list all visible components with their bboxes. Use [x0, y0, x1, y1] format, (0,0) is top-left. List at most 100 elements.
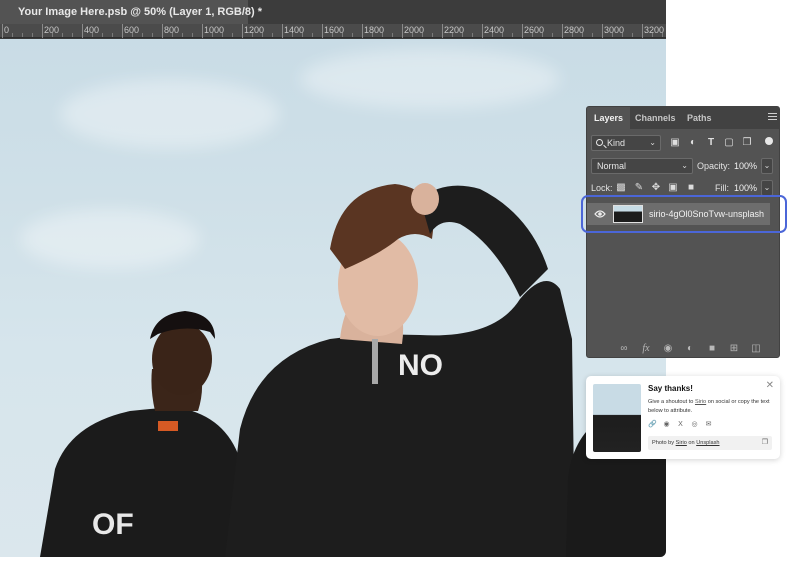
credit-author-link[interactable]: Sirio: [676, 440, 687, 446]
necklace: [372, 339, 378, 384]
ruler-minor-tick: [312, 33, 313, 37]
kind-label: Kind: [607, 138, 626, 148]
chevron-down-icon: ⌄: [649, 138, 656, 147]
ruler-minor-tick: [392, 33, 393, 37]
tab-paths[interactable]: Paths: [687, 107, 712, 129]
pinterest-icon[interactable]: ◎: [690, 420, 699, 429]
credit-site-link[interactable]: Unsplash: [696, 440, 719, 446]
close-icon[interactable]: ✕: [766, 380, 774, 391]
image-canvas[interactable]: OF NO: [0, 39, 666, 557]
ruler-minor-tick: [172, 33, 173, 37]
lock-artboard-icon[interactable]: ▣: [667, 181, 679, 194]
image-filter-icon[interactable]: ▣: [669, 137, 681, 149]
x-icon[interactable]: X: [676, 420, 685, 429]
link-icon[interactable]: 🔗: [648, 420, 657, 429]
fx-icon[interactable]: fx: [639, 342, 653, 356]
ruler-minor-tick: [612, 33, 613, 37]
say-thanks-card: Say thanks! ✕ Give a shoutout to Sirio o…: [586, 376, 780, 459]
shape-filter-icon[interactable]: ▢: [723, 137, 735, 149]
center-hoodie-print: NO: [398, 349, 443, 382]
email-icon[interactable]: ✉: [704, 420, 713, 429]
ruler-minor-tick: [472, 33, 473, 37]
raised-arm: [420, 185, 548, 297]
lock-transparent-pixels-icon[interactable]: ▩: [615, 181, 627, 194]
ruler-minor-tick: [542, 33, 543, 37]
ruler-minor-tick: [462, 33, 463, 37]
opacity-label: Opacity:: [697, 161, 731, 171]
ruler-minor-tick: [62, 33, 63, 37]
blend-mode-select[interactable]: Normal ⌄: [591, 158, 693, 174]
ruler-minor-tick: [232, 33, 233, 37]
ruler-minor-tick: [592, 33, 593, 37]
trash-icon[interactable]: ◫: [749, 342, 763, 356]
facebook-icon[interactable]: ◉: [662, 420, 671, 429]
ruler-tick: [282, 24, 283, 38]
smart-object-filter-icon[interactable]: ❐: [741, 137, 753, 149]
ruler-minor-tick: [382, 33, 383, 37]
mask-icon[interactable]: ◉: [661, 342, 675, 356]
panel-tabs: Layers Channels Paths: [587, 107, 779, 129]
ruler-tick: [642, 24, 643, 38]
ruler-minor-tick: [22, 33, 23, 37]
ruler-minor-tick: [342, 33, 343, 37]
ruler-minor-tick: [652, 33, 653, 37]
photo-people: OF NO: [40, 183, 666, 557]
ruler-minor-tick: [662, 33, 663, 37]
ruler-minor-tick: [332, 33, 333, 37]
lock-image-pixels-icon[interactable]: ✎: [633, 181, 645, 194]
thanks-title: Say thanks!: [648, 384, 693, 393]
ruler-minor-tick: [582, 33, 583, 37]
adjustment-icon[interactable]: ◐: [683, 342, 697, 356]
panel-menu-icon[interactable]: [768, 113, 777, 122]
ruler-tick: [602, 24, 603, 38]
new-layer-icon[interactable]: ⊞: [727, 342, 741, 356]
panel-bottom-toolbar: ∞ fx ◉ ◐ ■ ⊞ ◫: [587, 341, 779, 357]
ruler-minor-tick: [152, 33, 153, 37]
document-tab[interactable]: Your Image Here.psb @ 50% (Layer 1, RGB/…: [0, 0, 262, 24]
lock-label: Lock:: [591, 183, 613, 193]
opacity-dropdown-icon[interactable]: ⌄: [761, 158, 773, 174]
lock-position-icon[interactable]: ✥: [650, 181, 662, 194]
opacity-value[interactable]: 100%: [732, 158, 760, 174]
lock-all-icon[interactable]: ■: [685, 181, 697, 194]
chevron-down-icon: ⌄: [681, 161, 688, 170]
hand: [411, 183, 439, 215]
left-orange-collar: [158, 421, 178, 431]
copy-icon[interactable]: ❐: [762, 436, 768, 450]
ruler-minor-tick: [252, 33, 253, 37]
left-hoodie-print: OF: [92, 508, 134, 541]
type-filter-icon[interactable]: T: [705, 137, 717, 149]
fill-dropdown-icon[interactable]: ⌄: [761, 180, 773, 196]
tab-channels[interactable]: Channels: [635, 107, 676, 129]
group-folder-icon[interactable]: ■: [705, 342, 719, 356]
link-layers-icon[interactable]: ∞: [617, 342, 631, 356]
ruler-tick: [82, 24, 83, 38]
fill-value[interactable]: 100%: [732, 180, 760, 196]
tab-layers[interactable]: Layers: [587, 107, 631, 129]
ruler-minor-tick: [32, 33, 33, 37]
thanks-body-pre: Give a shoutout to: [648, 399, 695, 405]
ruler-minor-tick: [72, 33, 73, 37]
ruler-tick: [242, 24, 243, 38]
filter-toggle-icon[interactable]: [765, 137, 773, 145]
ruler-minor-tick: [12, 33, 13, 37]
ruler-tick: [202, 24, 203, 38]
filter-row: Kind ⌄ ▣ ◐ T ▢ ❐: [587, 135, 779, 153]
horizontal-ruler[interactable]: 0 200 400 600 800 1000 1200 1400 1600 1800 2000 220…: [0, 24, 666, 38]
ruler-minor-tick: [262, 33, 263, 37]
ruler-minor-tick: [292, 33, 293, 37]
ruler-minor-tick: [352, 33, 353, 37]
author-link[interactable]: Sirio: [695, 399, 706, 405]
ruler-minor-tick: [512, 33, 513, 37]
ruler-minor-tick: [272, 33, 273, 37]
ruler-tick: [362, 24, 363, 38]
ruler-minor-tick: [102, 33, 103, 37]
kind-filter-select[interactable]: Kind ⌄: [591, 135, 661, 151]
credit-text-box[interactable]: Photo by Sirio on Unsplash ❐: [648, 436, 772, 450]
adjustment-filter-icon[interactable]: ◐: [687, 137, 699, 149]
ruler-minor-tick: [532, 33, 533, 37]
fill-label: Fill:: [715, 183, 729, 193]
ruler-minor-tick: [192, 33, 193, 37]
credit-pre: Photo by: [652, 440, 676, 446]
ruler-minor-tick: [182, 33, 183, 37]
